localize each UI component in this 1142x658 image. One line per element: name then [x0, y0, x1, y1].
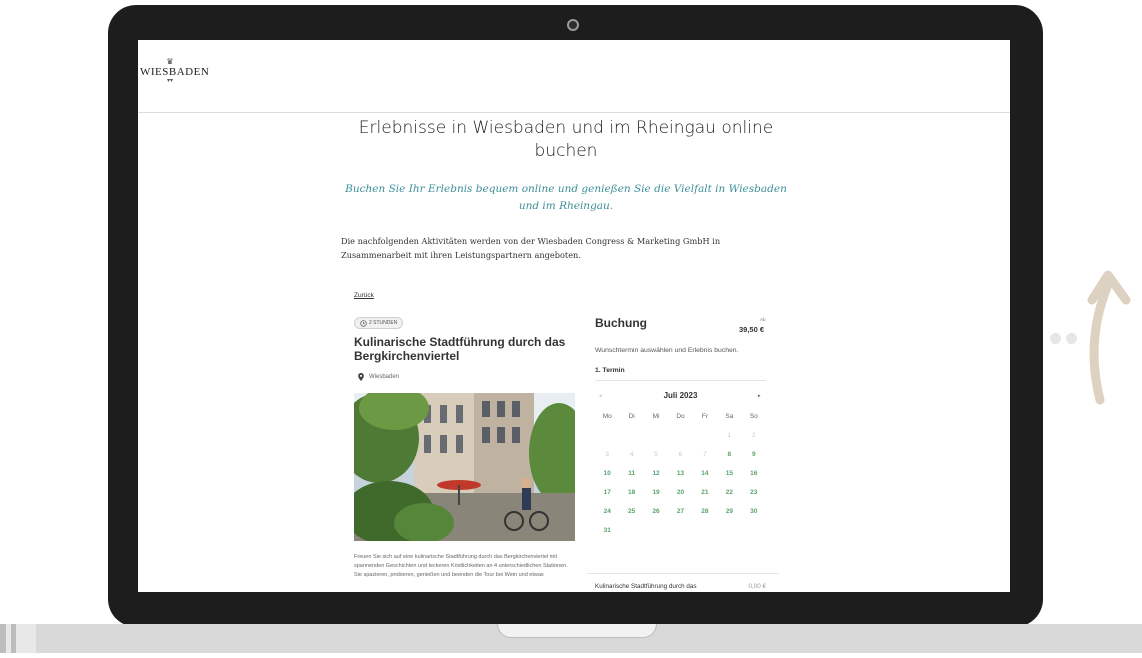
calendar-day[interactable]: 26: [644, 508, 668, 515]
laptop-screen: ♛ WIESBADEN ▾▾ Erlebnisse in Wiesbaden u…: [138, 40, 1010, 592]
calendar-weekday: Mi: [652, 413, 660, 420]
laptop-notch: [497, 624, 657, 638]
calendar-day[interactable]: 21: [693, 489, 717, 496]
calendar-day[interactable]: 23: [742, 489, 766, 496]
calendar-month: Juli 2023: [663, 391, 698, 400]
summary-amount: 0,00 €: [748, 583, 766, 590]
calendar-day: 5: [654, 451, 658, 458]
calendar-day[interactable]: 28: [693, 508, 717, 515]
page-subtitle: Buchen Sie Ihr Erlebnis bequem online un…: [345, 183, 787, 212]
tour-location: Wiesbaden: [358, 373, 399, 381]
calendar-weekday: So: [749, 413, 758, 420]
decor-dot: [1066, 333, 1077, 344]
calendar-day[interactable]: 9: [742, 451, 766, 458]
duration-label: 2 STUNDEN: [369, 320, 398, 326]
calendar-day[interactable]: 11: [619, 470, 643, 477]
calendar-day: 2: [751, 432, 756, 439]
calendar-day: 6: [678, 451, 683, 458]
logo-mark: ▾▾: [166, 78, 174, 84]
page-title: Erlebnisse in Wiesbaden und im Rheingau …: [358, 118, 774, 161]
calendar-day[interactable]: 12: [644, 470, 668, 477]
calendar-weekday: Sa: [725, 413, 734, 420]
calendar-day[interactable]: 20: [668, 489, 692, 496]
calendar-weekday: Mo: [602, 413, 612, 420]
intro-text: Die nachfolgenden Aktivitäten werden von…: [341, 236, 721, 260]
calendar-day: 4: [629, 451, 634, 458]
calendar-day: 7: [703, 451, 707, 458]
logo-crown-icon: ♛: [166, 57, 174, 66]
divider: [595, 380, 766, 381]
decor-dot: [1050, 333, 1061, 344]
tour-description: Freuen Sie sich auf eine kulinarische St…: [354, 554, 568, 578]
calendar-weekday: Di: [628, 413, 635, 420]
calendar-day[interactable]: 27: [668, 508, 692, 515]
calendar-weekday: Do: [676, 413, 685, 420]
logo-name: WIESBADEN: [140, 66, 210, 78]
calendar-day[interactable]: 10: [595, 470, 619, 477]
tour-title: Kulinarische Stadtführung durch das Berg…: [354, 335, 566, 363]
calendar-weekday: Fr: [701, 413, 708, 420]
calendar-day: 3: [605, 451, 610, 458]
divider: [587, 573, 779, 574]
duration-badge: 2 STUNDEN: [354, 317, 404, 329]
location-pin-icon: [358, 373, 364, 381]
calendar-day[interactable]: 18: [619, 489, 643, 496]
calendar-day[interactable]: 19: [644, 489, 668, 496]
calendar-day[interactable]: 30: [742, 508, 766, 515]
step-label: 1. Termin: [595, 367, 625, 374]
calendar-day[interactable]: 17: [595, 489, 619, 496]
site-header: ♛ WIESBADEN ▾▾: [138, 40, 1010, 113]
calendar-day[interactable]: 14: [693, 470, 717, 477]
calendar-day[interactable]: 31: [595, 527, 619, 534]
calendar-day: 1: [727, 432, 732, 439]
tour-photo[interactable]: [354, 393, 575, 541]
decor-arrow-icon: [1087, 270, 1131, 405]
price: 39,50 €: [739, 325, 765, 334]
booking-title: Buchung: [595, 316, 647, 330]
next-month-icon[interactable]: ▸: [758, 393, 761, 399]
booking-summary: Kulinarische Stadtführung durch das 0,00…: [595, 583, 766, 590]
calendar-day[interactable]: 29: [717, 508, 741, 515]
summary-label: Kulinarische Stadtführung durch das: [595, 583, 697, 590]
webcam-icon: [567, 19, 579, 31]
wiesbaden-logo[interactable]: ♛ WIESBADEN ▾▾: [140, 57, 210, 85]
calendar-day[interactable]: 13: [668, 470, 692, 477]
clock-icon: [360, 319, 367, 327]
calendar-day[interactable]: 25: [619, 508, 643, 515]
calendar-day[interactable]: 16: [742, 470, 766, 477]
calendar-day[interactable]: 8: [717, 451, 741, 458]
calendar-grid: Mo Di Mi Do Fr Sa So 1 2 3 4 5 6 7 8 9 10 11 12 13 14 15 16 17 1…: [595, 407, 766, 540]
back-link[interactable]: Zurück: [354, 292, 374, 299]
calendar-day[interactable]: 22: [717, 489, 741, 496]
location-label: Wiesbaden: [369, 374, 400, 380]
calendar-day[interactable]: 15: [717, 470, 741, 477]
calendar-day[interactable]: 24: [595, 508, 619, 515]
prev-month-icon[interactable]: ◂: [599, 393, 602, 399]
price-prefix: Ab: [760, 317, 766, 322]
laptop-base-edge: [0, 624, 36, 653]
booking-hint: Wunschtermin auswählen und Erlebnis buch…: [595, 347, 739, 354]
